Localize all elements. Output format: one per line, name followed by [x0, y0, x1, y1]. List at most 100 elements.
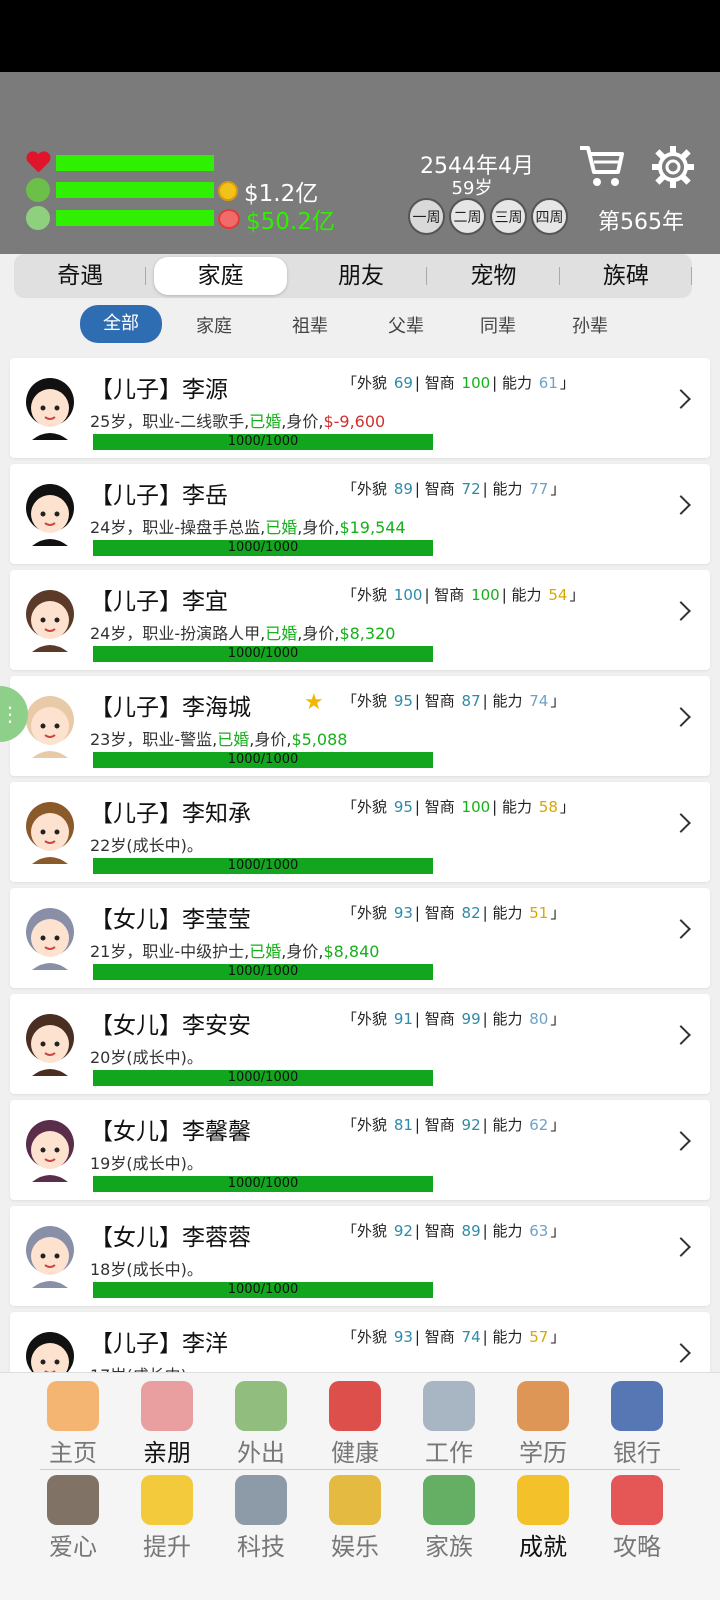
nav-item-handshake[interactable]: 亲朋 — [120, 1377, 214, 1471]
ability-value: 58 — [538, 798, 558, 816]
member-attributes: 「外貌 100 | 智商 100 | 能力 54」 — [342, 586, 585, 604]
nav-item-dog[interactable]: 爱心 — [26, 1471, 120, 1565]
member-name: 【女儿】李蓉蓉 — [90, 1225, 251, 1251]
smile-icon — [26, 178, 50, 202]
iq-value: 72 — [461, 480, 481, 498]
member-description: 17岁(成长中)。 — [90, 1362, 203, 1372]
ability-value: 54 — [548, 586, 568, 604]
nav-item-lightbulb[interactable]: 提升 — [120, 1471, 214, 1565]
iq-value: 82 — [461, 904, 481, 922]
married-status: 已婚 — [249, 942, 282, 961]
member-card[interactable]: 【儿子】李洋 「外貌 93| 智商 74| 能力 57」 17岁(成长中)。 1… — [10, 1312, 710, 1372]
week-3-button[interactable]: 三周 — [490, 198, 527, 235]
member-attributes: 「外貌 93 | 智商 74 | 能力 57」 — [342, 1328, 566, 1346]
member-card[interactable]: 【女儿】李莹莹 「外貌 93 | 智商 82 | 能力 51」 21岁，职业-中级护… — [10, 888, 710, 988]
iq-value: 87 — [461, 692, 481, 710]
nav-label: 家族 — [425, 1533, 473, 1561]
member-card[interactable]: 【儿子】李岳 「外貌 89 | 智商 72 | 能力 77」 24岁，职业-操盘手总… — [10, 464, 710, 564]
week-1-button[interactable]: 一周 — [408, 198, 445, 235]
subtab-family[interactable]: 家庭 — [196, 312, 232, 338]
health-stat — [26, 152, 214, 174]
chevron-right-icon — [671, 813, 691, 833]
nav-label: 工作 — [425, 1439, 473, 1467]
cart-icon[interactable] — [578, 142, 626, 190]
tab-memorial[interactable]: 族碑 — [560, 257, 693, 295]
nav-item-scientist[interactable]: 科技 — [214, 1471, 308, 1565]
subtab-all[interactable]: 全部 — [80, 305, 162, 343]
brain-icon — [26, 206, 50, 230]
member-progress-bar: 1000/1000 — [93, 540, 433, 556]
member-price: $19,544 — [339, 518, 406, 537]
looks-value: 69 — [393, 374, 413, 392]
looks-value: 89 — [393, 480, 413, 498]
ability-value: 57 — [529, 1328, 549, 1346]
week-4-button[interactable]: 四周 — [531, 198, 568, 235]
child-avatar-icon — [26, 908, 74, 970]
chevron-right-icon — [671, 1131, 691, 1151]
member-card[interactable]: 【儿子】李海城 「外貌 95 | 智商 87 | 能力 74」 23岁，职业-警监,… — [10, 676, 710, 776]
member-card[interactable]: 【女儿】李安安 「外貌 91 | 智商 99 | 能力 80」 20岁(成长中)。 … — [10, 994, 710, 1094]
subtab-grandparents[interactable]: 祖辈 — [292, 312, 328, 338]
nav-item-tips[interactable]: 攻略 — [590, 1471, 684, 1565]
nav-item-hospital-cross[interactable]: 健康 — [308, 1377, 402, 1471]
subtab-parents[interactable]: 父辈 — [388, 312, 424, 338]
week-2-button[interactable]: 二周 — [449, 198, 486, 235]
member-description: 21岁，职业-中级护士,已婚,身价,$8,840 — [90, 942, 380, 961]
subtab-grandchildren[interactable]: 孙辈 — [572, 312, 608, 338]
member-card[interactable]: 【女儿】李馨馨 「外貌 81 | 智商 92 | 能力 62」 19岁(成长中)。 … — [10, 1100, 710, 1200]
member-attributes: 「外貌 69 | 智商 100 | 能力 61」 — [342, 374, 575, 392]
study-icon — [517, 1381, 569, 1431]
member-attributes: 「外貌 81 | 智商 92 | 能力 62」 — [342, 1116, 566, 1134]
tab-adventure[interactable]: 奇遇 — [14, 257, 147, 295]
bottom-nav-row-2: 爱心 提升 科技 娱乐 家族 成就 攻略 — [0, 1471, 720, 1565]
tent-icon — [235, 1381, 287, 1431]
nav-item-house[interactable]: 主页 — [26, 1377, 120, 1471]
nav-item-trophy-cup[interactable]: 娱乐 — [308, 1471, 402, 1565]
nav-item-worker[interactable]: 工作 — [402, 1377, 496, 1471]
coin-icon — [218, 181, 238, 201]
member-description: 22岁(成长中)。 — [90, 836, 203, 855]
nav-item-bank[interactable]: 银行 — [590, 1377, 684, 1471]
tab-pets[interactable]: 宠物 — [427, 257, 560, 295]
chevron-right-icon — [671, 1025, 691, 1045]
nav-item-tent[interactable]: 外出 — [214, 1377, 308, 1471]
nav-label: 亲朋 — [143, 1439, 191, 1467]
house-icon — [47, 1381, 99, 1431]
gear-icon[interactable] — [652, 146, 694, 188]
member-card[interactable]: 【儿子】李知承 「外貌 95 | 智商 100 | 能力 58」 22岁(成长中)。… — [10, 782, 710, 882]
chevron-right-icon — [671, 1343, 691, 1363]
trophy-icon — [517, 1475, 569, 1525]
member-attributes: 「外貌 89 | 智商 72 | 能力 77」 — [342, 480, 566, 498]
heart-icon — [26, 152, 50, 174]
nav-label: 银行 — [613, 1439, 661, 1467]
bottom-nav: 主页 亲朋 外出 健康 工作 学历 银行 爱心 提升 科技 娱乐 家族 成就 攻… — [0, 1372, 720, 1600]
member-card[interactable]: 【儿子】李宜 「外貌 100 | 智商 100 | 能力 54」 24岁，职业-扮演… — [10, 570, 710, 670]
subtab-peers[interactable]: 同辈 — [480, 312, 516, 338]
member-description: 23岁，职业-警监,已婚,身价,$5,088 — [90, 730, 348, 749]
status-bar — [0, 0, 720, 72]
looks-value: 93 — [393, 1328, 413, 1346]
member-name: 【儿子】李宜 — [90, 589, 228, 615]
nav-label: 成就 — [519, 1533, 567, 1561]
member-description: 19岁(成长中)。 — [90, 1154, 203, 1173]
looks-value: 92 — [393, 1222, 413, 1240]
nav-item-family-tree[interactable]: 家族 — [402, 1471, 496, 1565]
member-description: 24岁，职业-扮演路人甲,已婚,身价,$8,320 — [90, 624, 396, 643]
lightbulb-icon — [141, 1475, 193, 1525]
looks-value: 81 — [393, 1116, 413, 1134]
nav-item-study[interactable]: 学历 — [496, 1377, 590, 1471]
looks-value: 95 — [393, 692, 413, 710]
star-icon: ★ — [304, 690, 324, 715]
member-price: $5,088 — [291, 730, 348, 749]
tab-friends[interactable]: 朋友 — [295, 257, 428, 295]
member-card[interactable]: 【女儿】李蓉蓉 「外貌 92 | 智商 89 | 能力 63」 18岁(成长中)。 … — [10, 1206, 710, 1306]
member-card[interactable]: 【儿子】李源 「外貌 69 | 智商 100 | 能力 61」 25岁，职业-二线歌… — [10, 358, 710, 458]
bank-icon — [611, 1381, 663, 1431]
nav-item-trophy[interactable]: 成就 — [496, 1471, 590, 1565]
tab-family[interactable]: 家庭 — [154, 257, 287, 295]
money-secondary: $50.2亿 — [218, 202, 335, 236]
looks-value: 93 — [393, 904, 413, 922]
member-progress-bar: 1000/1000 — [93, 964, 433, 980]
health-bar — [56, 155, 214, 171]
member-name: 【儿子】李知承 — [90, 801, 251, 827]
